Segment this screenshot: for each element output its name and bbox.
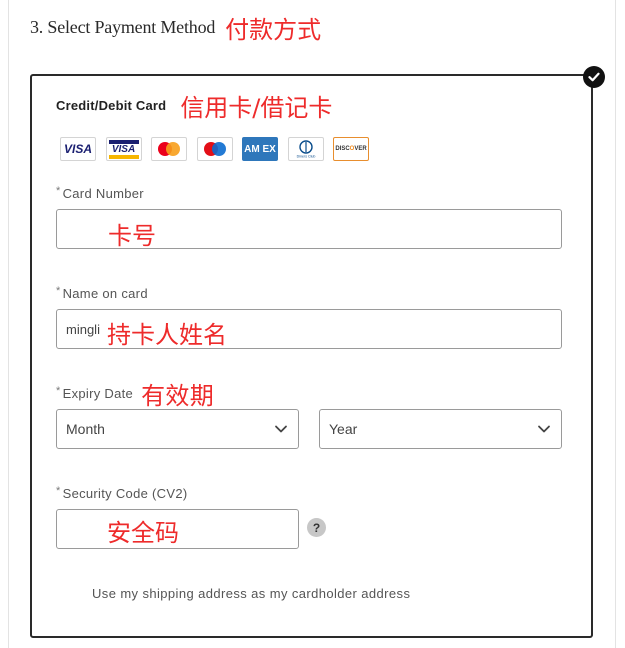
visa-logo-text: VISA bbox=[63, 142, 92, 156]
required-mark: * bbox=[56, 385, 61, 397]
amex-logo: AM EX bbox=[242, 137, 278, 161]
required-mark: * bbox=[56, 485, 61, 497]
expiry-month-value: Month bbox=[66, 421, 105, 437]
required-mark: * bbox=[56, 185, 61, 197]
discover-logo-right: VER bbox=[354, 146, 367, 152]
container-border-left bbox=[8, 0, 9, 648]
chevron-down-icon bbox=[275, 425, 287, 433]
visa-logo: VISA bbox=[60, 137, 96, 161]
discover-logo-left: DISC bbox=[335, 146, 350, 152]
visa-electron-logo: VISA bbox=[105, 137, 142, 161]
visa-electron-bottom-bar bbox=[108, 154, 139, 159]
security-code-annotation: 安全码 bbox=[107, 519, 179, 547]
name-on-card-value: mingli bbox=[66, 321, 100, 337]
expiry-date-label: * Expiry Date 有效期 bbox=[56, 382, 214, 410]
name-on-card-annotation: 持卡人姓名 bbox=[107, 321, 227, 349]
security-code-label: * Security Code (CV2) bbox=[56, 484, 188, 502]
name-on-card-label: * Name on card bbox=[56, 284, 148, 302]
expiry-date-label-text: Expiry Date bbox=[62, 385, 134, 401]
expiry-year-select[interactable]: Year bbox=[319, 409, 562, 449]
expiry-month-select[interactable]: Month bbox=[56, 409, 299, 449]
help-icon[interactable]: ? bbox=[307, 518, 326, 537]
section-title: 3. Select Payment Method bbox=[30, 16, 216, 37]
maestro-logo bbox=[196, 137, 233, 161]
mastercard-logo bbox=[151, 137, 187, 161]
security-code-label-text: Security Code (CV2) bbox=[62, 485, 188, 501]
diners-club-logo-text: Diners Club bbox=[296, 155, 315, 159]
section-header: 3. Select Payment Method 付款方式 bbox=[30, 14, 321, 44]
section-title-annotation: 付款方式 bbox=[225, 15, 322, 44]
card-number-label-text: Card Number bbox=[62, 185, 144, 201]
required-mark: * bbox=[56, 285, 61, 297]
expiry-date-annotation: 有效期 bbox=[141, 381, 214, 410]
help-icon-glyph: ? bbox=[312, 520, 321, 535]
card-number-label: * Card Number bbox=[56, 184, 144, 202]
card-type-header: Credit/Debit Card 信用卡/借记卡 bbox=[56, 90, 333, 122]
use-shipping-address-option[interactable]: Use my shipping address as my cardholder… bbox=[92, 584, 410, 602]
card-type-annotation: 信用卡/借记卡 bbox=[180, 93, 333, 122]
card-number-annotation: 卡号 bbox=[108, 222, 156, 250]
discover-logo: DISC O VER bbox=[333, 137, 369, 161]
card-type-label: Credit/Debit Card bbox=[56, 97, 167, 113]
chevron-down-icon bbox=[538, 425, 550, 433]
accepted-cards: VISA VISA AM EX Diners Club DISC O VER bbox=[60, 137, 379, 161]
selected-check-icon bbox=[583, 66, 605, 88]
expiry-year-value: Year bbox=[329, 421, 358, 437]
container-border-right bbox=[615, 0, 616, 648]
amex-logo-text: AM EX bbox=[244, 143, 276, 155]
diners-club-logo: Diners Club bbox=[287, 137, 324, 161]
visa-electron-logo-text: VISA bbox=[111, 143, 136, 155]
use-shipping-address-label: Use my shipping address as my cardholder… bbox=[92, 585, 411, 601]
name-on-card-label-text: Name on card bbox=[62, 285, 148, 301]
